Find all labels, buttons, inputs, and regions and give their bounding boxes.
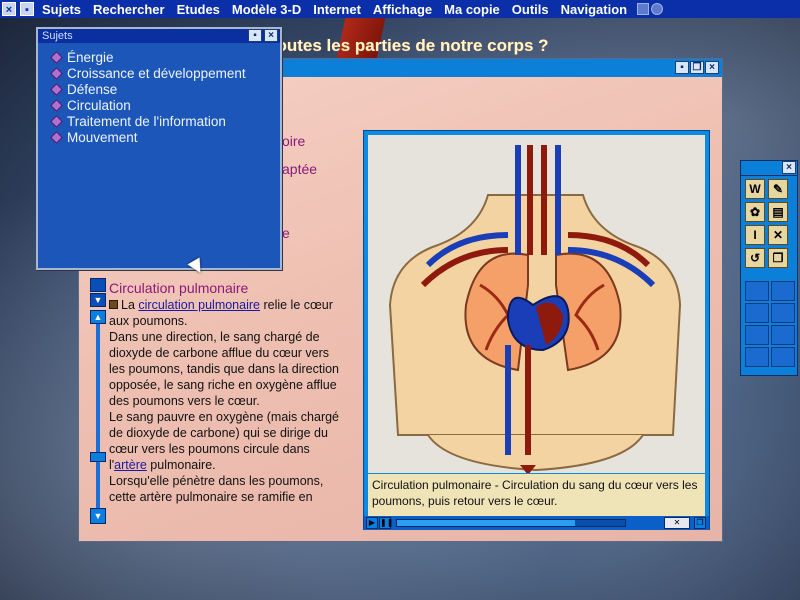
- menu-ma-copie[interactable]: Ma copie: [438, 2, 506, 17]
- playback-progress-fill: [397, 520, 575, 526]
- copy-text-icon[interactable]: [90, 278, 106, 292]
- sujets-window: Sujets ▪ × Énergie Croissance et dévelop…: [36, 27, 282, 270]
- text: La: [121, 298, 139, 312]
- info-icon[interactable]: I: [745, 225, 765, 245]
- article-title: Circulation pulmonaire: [109, 280, 249, 296]
- menu-navigation[interactable]: Navigation: [555, 2, 633, 17]
- system-menu-icon[interactable]: ▪: [20, 2, 34, 16]
- article-paragraph: La circulation pulmonaire relie le cœur …: [109, 297, 345, 329]
- text: pulmonaire.: [146, 458, 216, 472]
- menu-affichage[interactable]: Affichage: [367, 2, 438, 17]
- article-paragraph: Le sang pauvre en oxygène (mais chargé d…: [109, 409, 345, 473]
- scroll-page-down-icon[interactable]: ▼: [90, 293, 106, 307]
- toolbox-buttons: W ✎ ✿ ▤ I ✕ ↺ ❐: [745, 179, 788, 268]
- document-icon[interactable]: ▤: [768, 202, 788, 222]
- article-paragraph: Dans une direction, le sang chargé de di…: [109, 330, 340, 408]
- system-menu-icon[interactable]: ▪: [248, 29, 262, 42]
- link-artere[interactable]: artère: [114, 458, 147, 472]
- text-scrollbar[interactable]: ▼ ▲ ▼: [90, 278, 106, 526]
- toolbox-slot[interactable]: [771, 281, 795, 301]
- copy-image-icon[interactable]: ❐: [694, 517, 706, 529]
- diamond-icon: [50, 98, 63, 112]
- sound-off-icon[interactable]: ✕: [768, 225, 788, 245]
- sujets-item-mouvement[interactable]: Mouvement: [48, 129, 246, 145]
- w-word-icon[interactable]: W: [745, 179, 765, 199]
- diamond-icon: [50, 130, 63, 144]
- refresh-icon[interactable]: ↺: [745, 248, 765, 268]
- system-menu-icon[interactable]: ▪: [675, 61, 689, 74]
- toolbox-slot[interactable]: [745, 325, 769, 345]
- item-label: Traitement de l'information: [67, 113, 226, 129]
- image-caption: Circulation pulmonaire - Circulation du …: [368, 474, 705, 518]
- language-flag-icon[interactable]: ✕: [664, 517, 690, 529]
- sujets-item-defense[interactable]: Défense: [48, 81, 246, 97]
- globe-icon[interactable]: [651, 3, 664, 15]
- toolbox-slot[interactable]: [771, 303, 795, 323]
- toolbox-empty-slots: [745, 281, 795, 367]
- menu-rechercher[interactable]: Rechercher: [87, 2, 171, 17]
- close-icon[interactable]: ×: [782, 161, 796, 174]
- bookmark-icon[interactable]: [637, 3, 650, 15]
- sujets-window-title[interactable]: Sujets: [38, 29, 280, 43]
- diamond-icon: [50, 82, 63, 96]
- scroll-track[interactable]: [96, 324, 100, 508]
- menu-etudes[interactable]: Etudes: [171, 2, 226, 17]
- article-text: Circulation pulmonaire La circulation pu…: [109, 280, 345, 505]
- item-label: Défense: [67, 81, 118, 97]
- media-panel: Circulation pulmonaire - Circulation du …: [363, 130, 710, 530]
- paint-icon[interactable]: ✿: [745, 202, 765, 222]
- sujets-item-circulation[interactable]: Circulation: [48, 97, 246, 113]
- close-icon[interactable]: ×: [264, 29, 278, 42]
- toolbox-slot[interactable]: [745, 281, 769, 301]
- diamond-icon: [50, 114, 63, 128]
- restore-icon[interactable]: ❐: [690, 61, 704, 74]
- item-label: Mouvement: [67, 129, 138, 145]
- pulmonary-circulation-illustration[interactable]: [368, 135, 705, 475]
- menu-internet[interactable]: Internet: [307, 2, 367, 17]
- toolbox-slot[interactable]: [771, 347, 795, 367]
- toolbox-slot[interactable]: [745, 347, 769, 367]
- scroll-down-arrow-icon[interactable]: ▼: [90, 508, 106, 524]
- media-controls: ▶ ❚❚ ✕ ❐: [364, 516, 709, 530]
- close-icon[interactable]: ×: [705, 61, 719, 74]
- partial-text: e: [282, 225, 290, 241]
- item-label: Énergie: [67, 49, 114, 65]
- article-paragraph: Lorsqu'elle pénètre dans les poumons, ce…: [109, 474, 324, 504]
- film-icon[interactable]: [109, 300, 118, 309]
- toolbox-titlebar[interactable]: ×: [741, 161, 797, 176]
- toolbox-slot[interactable]: [745, 303, 769, 323]
- toolbox-slot[interactable]: [771, 325, 795, 345]
- partial-text: oire: [282, 133, 306, 149]
- torso-diagram: [388, 145, 682, 475]
- menu-sujets[interactable]: Sujets: [36, 2, 87, 17]
- partial-text: aptée: [282, 161, 318, 177]
- item-label: Croissance et développement: [67, 65, 246, 81]
- sujets-list: Énergie Croissance et développement Défe…: [48, 49, 246, 145]
- item-label: Circulation: [67, 97, 131, 113]
- menu-outils[interactable]: Outils: [506, 2, 555, 17]
- scroll-thumb[interactable]: [90, 452, 106, 462]
- sujets-item-traitement[interactable]: Traitement de l'information: [48, 113, 246, 129]
- menu-modele-3d[interactable]: Modèle 3-D: [226, 2, 307, 17]
- link-circulation-pulmonaire[interactable]: circulation pulmonaire: [138, 298, 260, 312]
- menu-bar: × ▪ Sujets Rechercher Etudes Modèle 3-D …: [0, 0, 800, 18]
- brush-icon[interactable]: ✎: [768, 179, 788, 199]
- sujets-item-croissance[interactable]: Croissance et développement: [48, 65, 246, 81]
- diamond-icon: [50, 50, 63, 64]
- pause-icon[interactable]: ❚❚: [379, 517, 393, 529]
- close-icon[interactable]: ×: [2, 2, 16, 16]
- copy-icon[interactable]: ❐: [768, 248, 788, 268]
- scroll-up-arrow-icon[interactable]: ▲: [90, 310, 106, 324]
- play-icon[interactable]: ▶: [366, 517, 378, 529]
- sujets-item-energie[interactable]: Énergie: [48, 49, 246, 65]
- diamond-icon: [50, 66, 63, 80]
- toolbox-window: × W ✎ ✿ ▤ I ✕ ↺ ❐: [740, 160, 798, 376]
- playback-progress[interactable]: [396, 519, 626, 527]
